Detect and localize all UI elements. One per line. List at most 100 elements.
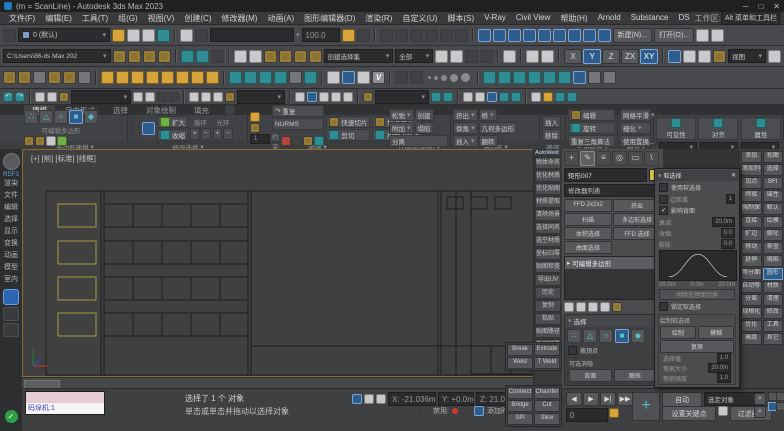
- plugin-button[interactable]: 移动: [741, 242, 762, 254]
- paint-small-icon[interactable]: [225, 92, 235, 102]
- polygon-mode-icon[interactable]: ■: [69, 110, 83, 124]
- spot-light-icon[interactable]: [101, 71, 114, 84]
- ribbon-tab[interactable]: 选择: [105, 105, 136, 115]
- snap-2d-icon[interactable]: [295, 92, 305, 102]
- display-tab-icon[interactable]: ▭: [628, 151, 643, 166]
- plugin-strip-button[interactable]: 粘贴: [535, 313, 561, 325]
- menu-item[interactable]: 修改器(M): [216, 13, 262, 24]
- utilities-tab-icon[interactable]: \: [644, 151, 659, 166]
- menu-item[interactable]: DS: [674, 13, 695, 24]
- soft-selection-header[interactable]: ▾ 软选择 ✕: [656, 170, 738, 181]
- loop-minus-button[interactable]: −: [201, 128, 211, 140]
- ribbon-tab[interactable]: 填充: [186, 105, 217, 115]
- select-line-icon[interactable]: [538, 29, 551, 42]
- prev-frame-button[interactable]: ◀: [566, 392, 582, 406]
- menu-item[interactable]: 文件(F): [4, 13, 40, 24]
- ref-coord-combo[interactable]: 视图 ▾: [728, 49, 766, 63]
- edge-distance-checkbox[interactable]: [659, 195, 668, 204]
- new-button[interactable]: 新建(N)...: [613, 28, 653, 43]
- ribbon-toggle-icon[interactable]: [487, 92, 497, 102]
- edit-set-icon[interactable]: [363, 92, 373, 102]
- flip-button[interactable]: 翻转: [479, 135, 498, 147]
- set-keys-button[interactable]: +: [632, 392, 660, 421]
- selection-rollout-header[interactable]: ▾ 选择: [565, 315, 660, 327]
- ribbon-big-button[interactable]: 对齐: [698, 117, 738, 140]
- plugin-button[interactable]: 工具: [763, 320, 784, 332]
- plugin-strip-button[interactable]: 坐标归零: [535, 248, 561, 260]
- umbrella-light-icon[interactable]: [161, 71, 174, 84]
- redo-small-icon[interactable]: ↷: [15, 92, 25, 102]
- save-settings-icon[interactable]: [711, 29, 724, 42]
- record-dot-icon[interactable]: [452, 408, 458, 414]
- material-sample-icon[interactable]: [357, 71, 370, 84]
- selection-set-combo[interactable]: 创建选择集 ▾: [324, 49, 394, 63]
- use-center-icon[interactable]: [768, 50, 781, 63]
- align-icon[interactable]: [443, 92, 453, 102]
- layers-toggle-icon[interactable]: [157, 29, 170, 42]
- ribbon-big-button[interactable]: 属性: [741, 117, 781, 140]
- notes-icon[interactable]: [48, 71, 61, 84]
- undo-small-icon[interactable]: ↶: [3, 92, 13, 102]
- set-key-button[interactable]: 设置关键点: [662, 406, 716, 421]
- mini-button[interactable]: SPl: [507, 413, 533, 425]
- dome-light-icon[interactable]: [116, 71, 129, 84]
- unlink-icon[interactable]: [249, 50, 262, 63]
- plugin-button[interactable]: 属性: [763, 190, 784, 202]
- sidebar-item[interactable]: 动画: [4, 252, 18, 260]
- plugin-strip-button[interactable]: 清除场景: [535, 209, 561, 221]
- viewport-front[interactable]: [+] [前] [标准] [线框]: [22, 149, 537, 377]
- plugin-button[interactable]: 绘模: [763, 216, 784, 228]
- lock-soft-selection-row[interactable]: 锁定软选择: [656, 301, 738, 312]
- modifier-preset-button[interactable]: 体积选择: [564, 227, 612, 240]
- ribbon-big-button[interactable]: 可见性: [656, 117, 696, 140]
- close-button[interactable]: ✕: [773, 2, 780, 11]
- edit-spinner[interactable]: 1: [250, 134, 270, 144]
- relax-button[interactable]: 松弛▾: [389, 109, 414, 121]
- tag-icon[interactable]: [474, 406, 484, 416]
- axis-constraint-button[interactable]: X: [564, 49, 582, 64]
- paint-button[interactable]: 绘制: [660, 326, 696, 339]
- sidebar-tool-icon[interactable]: [3, 307, 19, 321]
- next-selection-icon[interactable]: [130, 129, 140, 139]
- plugin-strip-button[interactable]: 贴图检查: [535, 261, 561, 273]
- by-vertex-checkbox[interactable]: [568, 346, 577, 355]
- gauge-icon[interactable]: [603, 71, 616, 84]
- selection-value-field[interactable]: 1.0: [717, 353, 731, 363]
- hierarchy-tab-icon[interactable]: ≡: [596, 151, 611, 166]
- constrain-face-icon[interactable]: [303, 136, 313, 146]
- undo-icon[interactable]: ↶: [526, 50, 539, 63]
- plugin-strip-button[interactable]: 导出UV: [535, 274, 561, 286]
- bridge-button[interactable]: 桥▾: [479, 109, 497, 121]
- create-tab-icon[interactable]: +: [564, 151, 579, 166]
- menu-item[interactable]: 工具(T): [77, 13, 113, 24]
- plugin-button[interactable]: 其它: [763, 333, 784, 345]
- paint-brush-icon[interactable]: [250, 123, 260, 133]
- orbit-icon[interactable]: [18, 71, 31, 84]
- brace-pencil-icon[interactable]: [309, 50, 322, 63]
- isolate-selection-icon[interactable]: [352, 394, 362, 404]
- border-subobj-icon[interactable]: ○: [599, 329, 613, 343]
- select-rotate-icon[interactable]: [683, 50, 696, 63]
- plugin-button[interactable]: 茶壶: [763, 242, 784, 254]
- current-frame-field[interactable]: 0: [566, 408, 608, 422]
- half-sphere-icon[interactable]: [244, 71, 257, 84]
- ps-app-icon[interactable]: [3, 289, 19, 305]
- layer-filter-field[interactable]: [210, 28, 294, 42]
- axis-constraint-button[interactable]: Y: [583, 49, 601, 64]
- next-frame-button[interactable]: ▶|: [600, 392, 616, 406]
- crown-icon[interactable]: [289, 71, 302, 84]
- maxscript-mini-listener[interactable]: 码垛机:1: [25, 391, 105, 415]
- edge-distance-field[interactable]: 1: [726, 194, 735, 204]
- plugin-button[interactable]: 圆形: [763, 268, 784, 280]
- zoom-extents-icon[interactable]: ⌕: [754, 393, 766, 405]
- plugin-strip-button[interactable]: 选空材质: [535, 235, 561, 247]
- plugin-button[interactable]: 细化: [763, 229, 784, 241]
- mini-button[interactable]: Break: [507, 344, 533, 356]
- detach-button[interactable]: 分离: [389, 135, 448, 147]
- render-setup-icon[interactable]: [483, 71, 496, 84]
- use-soft-selection-row[interactable]: 使用软选择: [656, 182, 738, 193]
- minimize-button[interactable]: ─: [743, 2, 749, 11]
- inset-button[interactable]: 插入▾: [453, 135, 478, 147]
- select-small-icon[interactable]: [133, 92, 143, 102]
- curve-editor-icon[interactable]: [499, 92, 509, 102]
